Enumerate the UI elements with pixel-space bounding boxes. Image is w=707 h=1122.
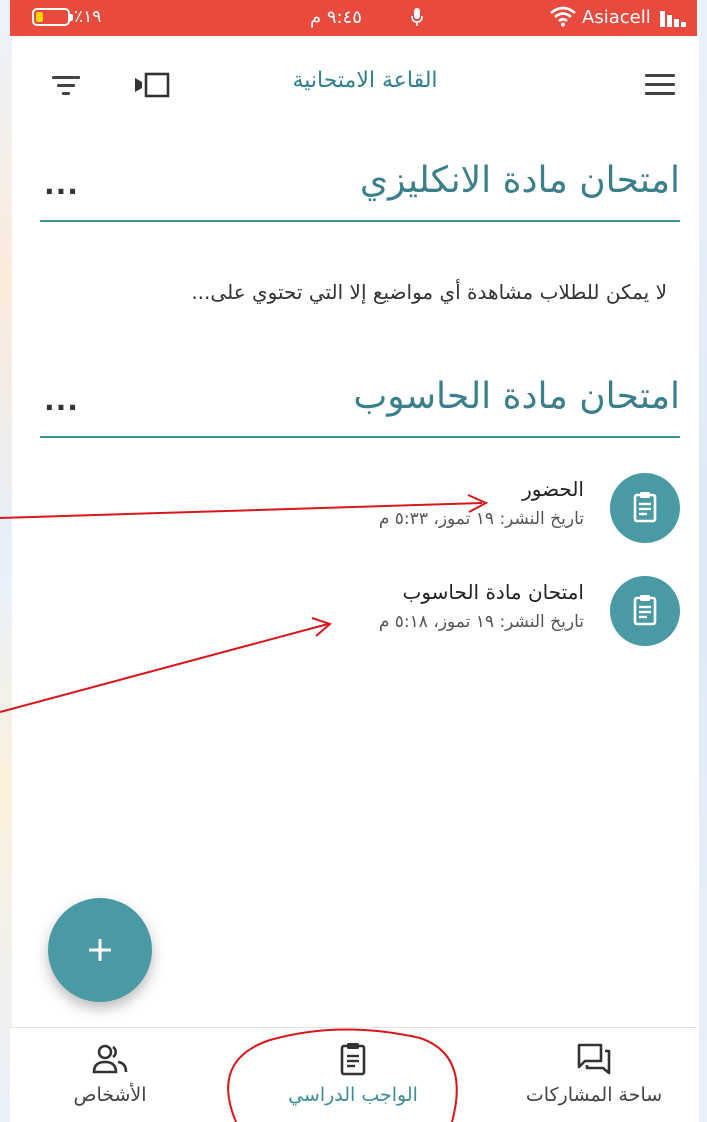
page-title: القاعة الامتحانية [292, 68, 438, 93]
signal-icon [660, 9, 690, 27]
app-bar: القاعة الامتحانية [10, 36, 697, 128]
classwork-item-computer-exam[interactable]: امتحان مادة الحاسوب تاريخ النشر: ١٩ تموز… [40, 576, 680, 656]
item-posted-date: تاريخ النشر: ١٩ تموز، ٥:٣٣ م [378, 509, 584, 529]
nav-label: الواجب الدراسي [288, 1084, 418, 1106]
nav-classwork[interactable]: الواجب الدراسي [253, 1028, 453, 1122]
wifi-icon [550, 5, 576, 31]
filter-icon[interactable] [52, 76, 80, 96]
menu-icon[interactable] [645, 74, 675, 96]
add-button[interactable] [48, 898, 152, 1002]
battery-icon [32, 8, 73, 26]
topic-description: لا يمكن للطلاب مشاهدة أي مواضيع إلا التي… [191, 280, 667, 304]
nav-stream[interactable]: ساحة المشاركات [494, 1028, 694, 1122]
assignment-icon [610, 576, 680, 646]
topic-title: امتحان مادة الانكليزي [359, 160, 680, 201]
screen: ٪١٩ ٩:٤٥ م Asiacell القاعة الامتحانية ام… [0, 0, 707, 1122]
more-options-icon[interactable]: ... [44, 384, 79, 417]
background-edge-left [0, 0, 12, 1122]
item-title: امتحان مادة الحاسوب [402, 580, 584, 604]
nav-label: الأشخاص [73, 1084, 147, 1106]
assignment-icon [335, 1042, 371, 1076]
background-edge-right [699, 0, 707, 1122]
forum-icon [576, 1042, 612, 1076]
drive-folder-icon[interactable] [132, 72, 172, 98]
item-posted-date: تاريخ النشر: ١٩ تموز، ٥:١٨ م [378, 612, 584, 632]
topic-title: امتحان مادة الحاسوب [353, 376, 680, 417]
item-title: الحضور [522, 477, 584, 501]
battery-level-fill [36, 12, 43, 22]
nav-people[interactable]: الأشخاص [10, 1028, 210, 1122]
battery-percent: ٪١٩ [74, 7, 102, 27]
status-bar: ٪١٩ ٩:٤٥ م Asiacell [10, 0, 697, 36]
assignment-icon [610, 473, 680, 543]
carrier-name: Asiacell [582, 7, 651, 28]
people-icon [92, 1042, 128, 1076]
plus-icon [89, 939, 111, 961]
status-time: ٩:٤٥ م [310, 7, 362, 28]
nav-label: ساحة المشاركات [525, 1084, 663, 1106]
bottom-navigation: الأشخاص الواجب الدراسي ساحة المشاركات [10, 1027, 697, 1122]
microphone-icon [410, 7, 424, 32]
classwork-item-attendance[interactable]: الحضور تاريخ النشر: ١٩ تموز، ٥:٣٣ م [40, 473, 680, 553]
topic-header-english: امتحان مادة الانكليزي ... [40, 160, 680, 222]
topic-header-computer: امتحان مادة الحاسوب ... [40, 376, 680, 438]
more-options-icon[interactable]: ... [44, 168, 79, 201]
